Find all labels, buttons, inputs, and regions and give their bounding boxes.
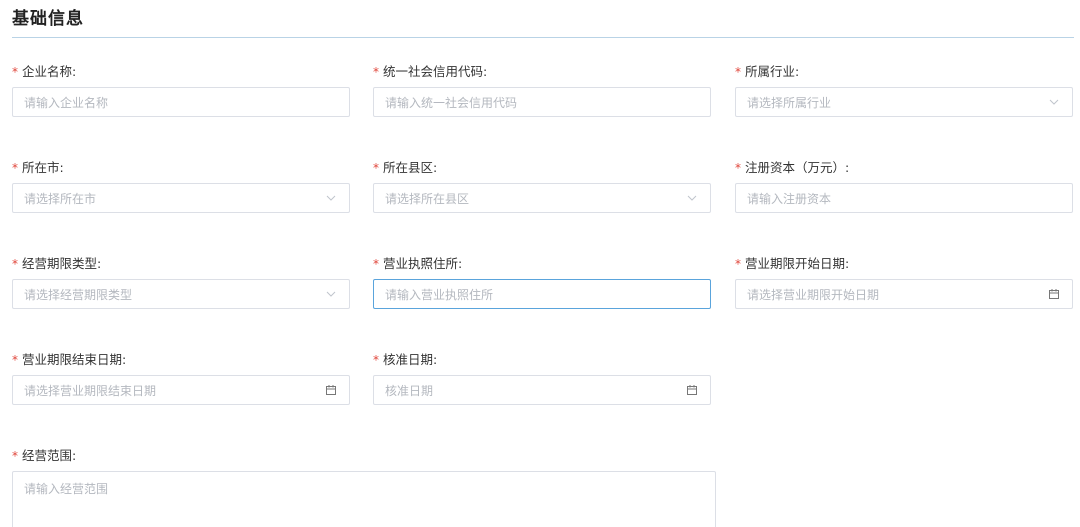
term-start-field: * 营业期限开始日期: 请选择营业期限开始日期 [735, 256, 1073, 309]
approval-date-field: * 核准日期: 核准日期 [373, 352, 711, 405]
business-scope-field: * 经营范围: 请输入经营范围 [12, 448, 716, 527]
chevron-down-icon[interactable] [1047, 95, 1061, 109]
chevron-down-icon[interactable] [324, 287, 338, 301]
section-title: 基础信息 [12, 9, 84, 29]
industry-label: * 所属行业: [735, 64, 800, 79]
term-type-placeholder: 请选择经营期限类型 [24, 287, 133, 302]
chevron-down-icon[interactable] [324, 191, 338, 205]
industry-placeholder: 请选择所属行业 [747, 95, 832, 110]
required-mark: * [735, 161, 741, 175]
required-mark: * [12, 449, 18, 463]
business-scope-textarea[interactable]: 请输入经营范围 [12, 471, 716, 527]
company-name-label: * 企业名称: [12, 64, 77, 79]
term-end-field: * 营业期限结束日期: 请选择营业期限结束日期 [12, 352, 350, 405]
required-mark: * [735, 65, 741, 79]
required-mark: * [735, 257, 741, 271]
term-end-placeholder: 请选择营业期限结束日期 [24, 383, 157, 398]
capital-input[interactable]: 请输入注册资本 [735, 183, 1073, 213]
required-mark: * [373, 65, 379, 79]
county-label: * 所在县区: [373, 160, 438, 175]
license-address-placeholder: 请输入营业执照住所 [385, 287, 494, 302]
license-address-field: * 营业执照住所: 请输入营业执照住所 [373, 256, 711, 309]
industry-field: * 所属行业: 请选择所属行业 [735, 64, 1073, 117]
industry-select[interactable]: 请选择所属行业 [735, 87, 1073, 117]
capital-placeholder: 请输入注册资本 [747, 191, 832, 206]
required-mark: * [373, 353, 379, 367]
approval-date-picker[interactable]: 核准日期 [373, 375, 711, 405]
credit-code-label: * 统一社会信用代码: [373, 64, 488, 79]
capital-label: * 注册资本（万元）: [735, 160, 850, 175]
term-type-label: * 经营期限类型: [12, 256, 102, 271]
calendar-icon[interactable] [324, 383, 338, 397]
calendar-icon[interactable] [685, 383, 699, 397]
county-placeholder: 请选择所在县区 [385, 191, 470, 206]
term-end-date-picker[interactable]: 请选择营业期限结束日期 [12, 375, 350, 405]
city-label: * 所在市: [12, 160, 64, 175]
approval-date-placeholder: 核准日期 [385, 383, 434, 398]
city-field: * 所在市: 请选择所在市 [12, 160, 350, 213]
required-mark: * [12, 353, 18, 367]
required-mark: * [373, 257, 379, 271]
term-end-label: * 营业期限结束日期: [12, 352, 127, 367]
city-placeholder: 请选择所在市 [24, 191, 97, 206]
required-mark: * [12, 257, 18, 271]
required-mark: * [12, 161, 18, 175]
term-type-select[interactable]: 请选择经营期限类型 [12, 279, 350, 309]
business-scope-label: * 经营范围: [12, 448, 77, 463]
credit-code-field: * 统一社会信用代码: 请输入统一社会信用代码 [373, 64, 711, 117]
credit-code-input[interactable]: 请输入统一社会信用代码 [373, 87, 711, 117]
business-scope-placeholder: 请输入经营范围 [24, 482, 109, 496]
license-address-input[interactable]: 请输入营业执照住所 [373, 279, 711, 309]
capital-field: * 注册资本（万元）: 请输入注册资本 [735, 160, 1073, 213]
calendar-icon[interactable] [1047, 287, 1061, 301]
term-start-label: * 营业期限开始日期: [735, 256, 850, 271]
required-mark: * [373, 161, 379, 175]
term-start-placeholder: 请选择营业期限开始日期 [747, 287, 880, 302]
county-select[interactable]: 请选择所在县区 [373, 183, 711, 213]
required-mark: * [12, 65, 18, 79]
county-field: * 所在县区: 请选择所在县区 [373, 160, 711, 213]
city-select[interactable]: 请选择所在市 [12, 183, 350, 213]
chevron-down-icon[interactable] [685, 191, 699, 205]
license-address-label: * 营业执照住所: [373, 256, 463, 271]
approval-date-label: * 核准日期: [373, 352, 438, 367]
company-name-input[interactable]: 请输入企业名称 [12, 87, 350, 117]
term-type-field: * 经营期限类型: 请选择经营期限类型 [12, 256, 350, 309]
company-name-placeholder: 请输入企业名称 [24, 95, 109, 110]
section-divider [12, 37, 1074, 38]
term-start-date-picker[interactable]: 请选择营业期限开始日期 [735, 279, 1073, 309]
company-name-field: * 企业名称: 请输入企业名称 [12, 64, 350, 117]
credit-code-placeholder: 请输入统一社会信用代码 [385, 95, 518, 110]
